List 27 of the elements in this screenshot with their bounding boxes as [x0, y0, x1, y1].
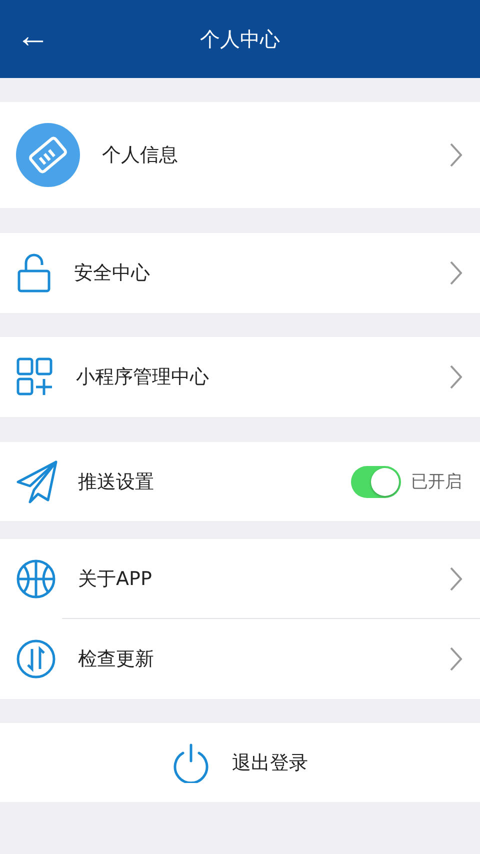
toggle-switch[interactable] [351, 466, 401, 498]
update-icon [16, 639, 56, 679]
back-button[interactable]: ← [0, 19, 50, 59]
logout-button[interactable]: 退出登录 [0, 723, 480, 802]
basketball-icon [16, 559, 56, 599]
chevron-right-icon [450, 567, 462, 591]
row-label: 检查更新 [78, 647, 155, 672]
settings-row[interactable]: 个人信息 [0, 102, 480, 208]
chevron-right-icon [450, 365, 462, 389]
grid-plus-icon [16, 357, 54, 397]
row-label: 推送设置 [78, 470, 155, 494]
settings-row[interactable]: 检查更新 [0, 619, 480, 699]
power-icon [172, 742, 210, 782]
chevron-right-icon [450, 261, 462, 285]
padlock-icon [16, 253, 52, 293]
toggle-status: 已开启 [411, 471, 462, 493]
settings-row[interactable]: 关于APP [0, 539, 480, 619]
row-label: 个人信息 [102, 143, 179, 168]
settings-row[interactable]: 安全中心 [0, 233, 480, 313]
settings-row[interactable]: 小程序管理中心 [0, 337, 480, 417]
row-label: 安全中心 [74, 261, 151, 286]
paper-plane-icon [16, 460, 58, 504]
page-title: 个人中心 [200, 26, 280, 52]
row-label: 关于APP [78, 567, 153, 592]
row-label: 小程序管理中心 [76, 365, 210, 390]
chevron-right-icon [450, 647, 462, 671]
chevron-right-icon [450, 143, 462, 167]
